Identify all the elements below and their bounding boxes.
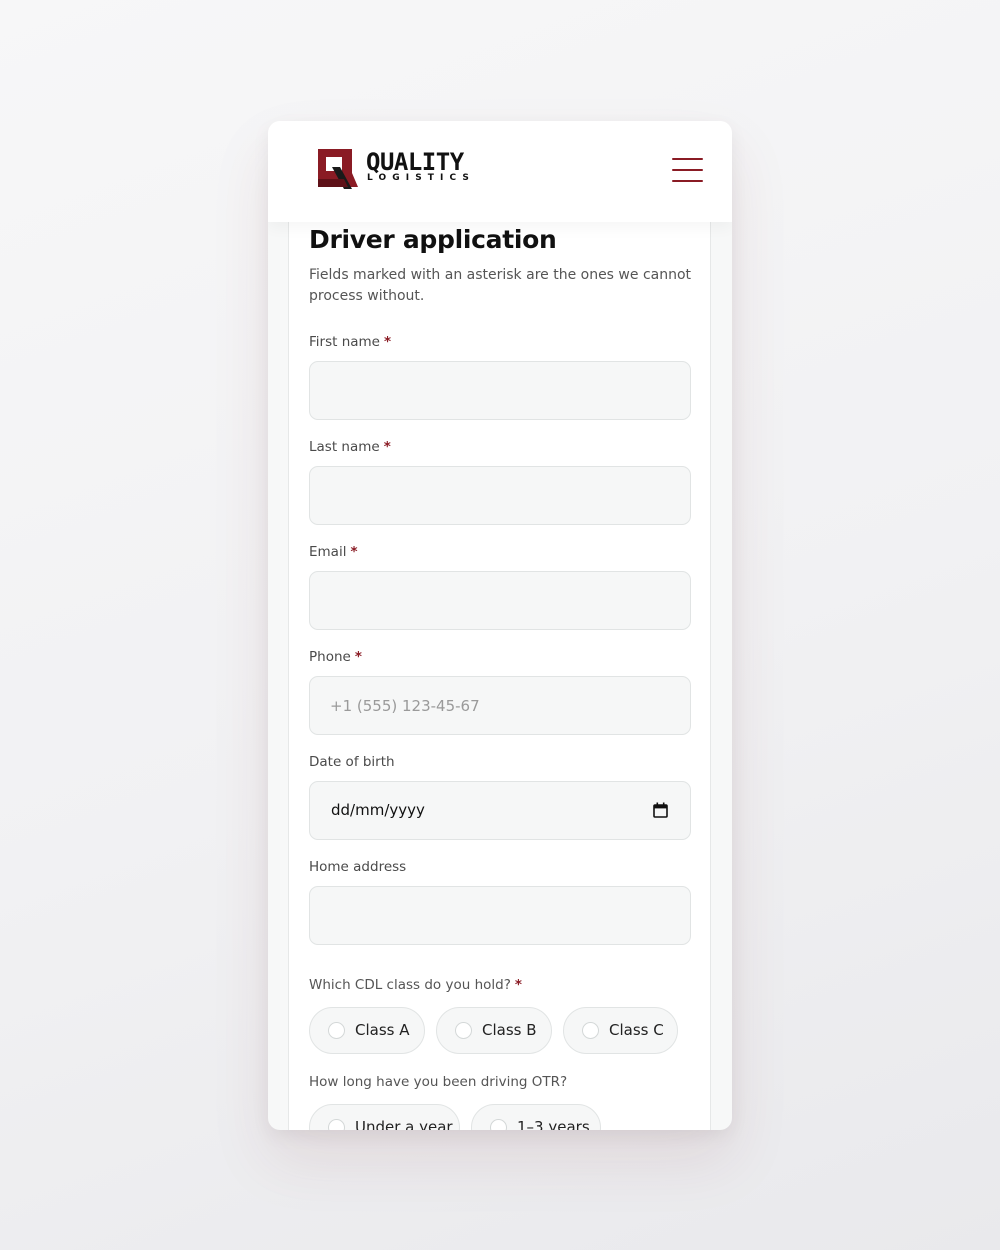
last-name-label-text: Last name xyxy=(309,439,380,455)
hamburger-menu-icon[interactable] xyxy=(670,156,704,184)
radio-button-icon[interactable] xyxy=(582,1022,599,1039)
home-address-label: Home address xyxy=(309,859,406,875)
otr-question: How long have you been driving OTR? xyxy=(309,1074,567,1090)
cdl-option-class-b[interactable]: Class B xyxy=(436,1007,552,1054)
brand-tagline: LOGISTICS xyxy=(367,173,475,183)
email-label: Email * xyxy=(309,544,358,560)
date-of-birth-input[interactable]: dd/mm/yyyy xyxy=(309,781,691,840)
email-label-text: Email xyxy=(309,544,347,560)
option-label: Under a year xyxy=(355,1118,453,1130)
brand-name: QUALITY xyxy=(366,148,464,176)
email-input[interactable] xyxy=(309,571,691,630)
otr-question-text: How long have you been driving OTR? xyxy=(309,1074,568,1090)
menu-bar xyxy=(672,169,703,171)
menu-bar xyxy=(672,158,703,160)
calendar-icon[interactable] xyxy=(653,802,668,818)
phone-label-text: Phone xyxy=(309,649,351,665)
required-asterisk: * xyxy=(514,977,522,993)
option-label: 1–3 years xyxy=(517,1118,590,1130)
required-asterisk: * xyxy=(354,649,362,665)
otr-option-under-a-year[interactable]: Under a year xyxy=(309,1104,460,1130)
radio-button-icon[interactable] xyxy=(328,1119,345,1130)
cdl-option-class-a[interactable]: Class A xyxy=(309,1007,425,1054)
page-title: Driver application xyxy=(309,225,557,254)
home-address-input[interactable] xyxy=(309,886,691,945)
cdl-option-class-c[interactable]: Class C xyxy=(563,1007,678,1054)
radio-button-icon[interactable] xyxy=(455,1022,472,1039)
first-name-label: First name * xyxy=(309,334,391,350)
form-card xyxy=(288,217,711,1130)
dob-label: Date of birth xyxy=(309,754,395,770)
otr-option-1-3-years[interactable]: 1–3 years xyxy=(471,1104,601,1130)
logo-q-mark-icon xyxy=(318,149,358,189)
menu-bar xyxy=(672,180,703,182)
date-placeholder: dd/mm/yyyy xyxy=(331,801,425,819)
phone-input[interactable] xyxy=(309,676,691,735)
option-label: Class B xyxy=(482,1021,537,1039)
first-name-label-text: First name xyxy=(309,334,380,350)
last-name-label: Last name * xyxy=(309,439,391,455)
required-asterisk: * xyxy=(383,439,391,455)
required-asterisk: * xyxy=(384,334,392,350)
phone-label: Phone * xyxy=(309,649,362,665)
brand-logo[interactable]: QUALITY LOGISTICS xyxy=(314,145,484,191)
last-name-input[interactable] xyxy=(309,466,691,525)
cdl-question: Which CDL class do you hold? * xyxy=(309,977,522,993)
option-label: Class A xyxy=(355,1021,410,1039)
app-window: QUALITY LOGISTICS Driver application Fie… xyxy=(268,121,732,1130)
required-asterisk: * xyxy=(350,544,358,560)
dob-label-text: Date of birth xyxy=(309,754,395,770)
radio-button-icon[interactable] xyxy=(328,1022,345,1039)
site-header: QUALITY LOGISTICS xyxy=(268,121,732,222)
radio-button-icon[interactable] xyxy=(490,1119,507,1130)
option-label: Class C xyxy=(609,1021,664,1039)
first-name-input[interactable] xyxy=(309,361,691,420)
home-address-label-text: Home address xyxy=(309,859,407,875)
form-intro: Fields marked with an asterisk are the o… xyxy=(309,267,692,304)
cdl-question-text: Which CDL class do you hold? xyxy=(309,977,511,993)
